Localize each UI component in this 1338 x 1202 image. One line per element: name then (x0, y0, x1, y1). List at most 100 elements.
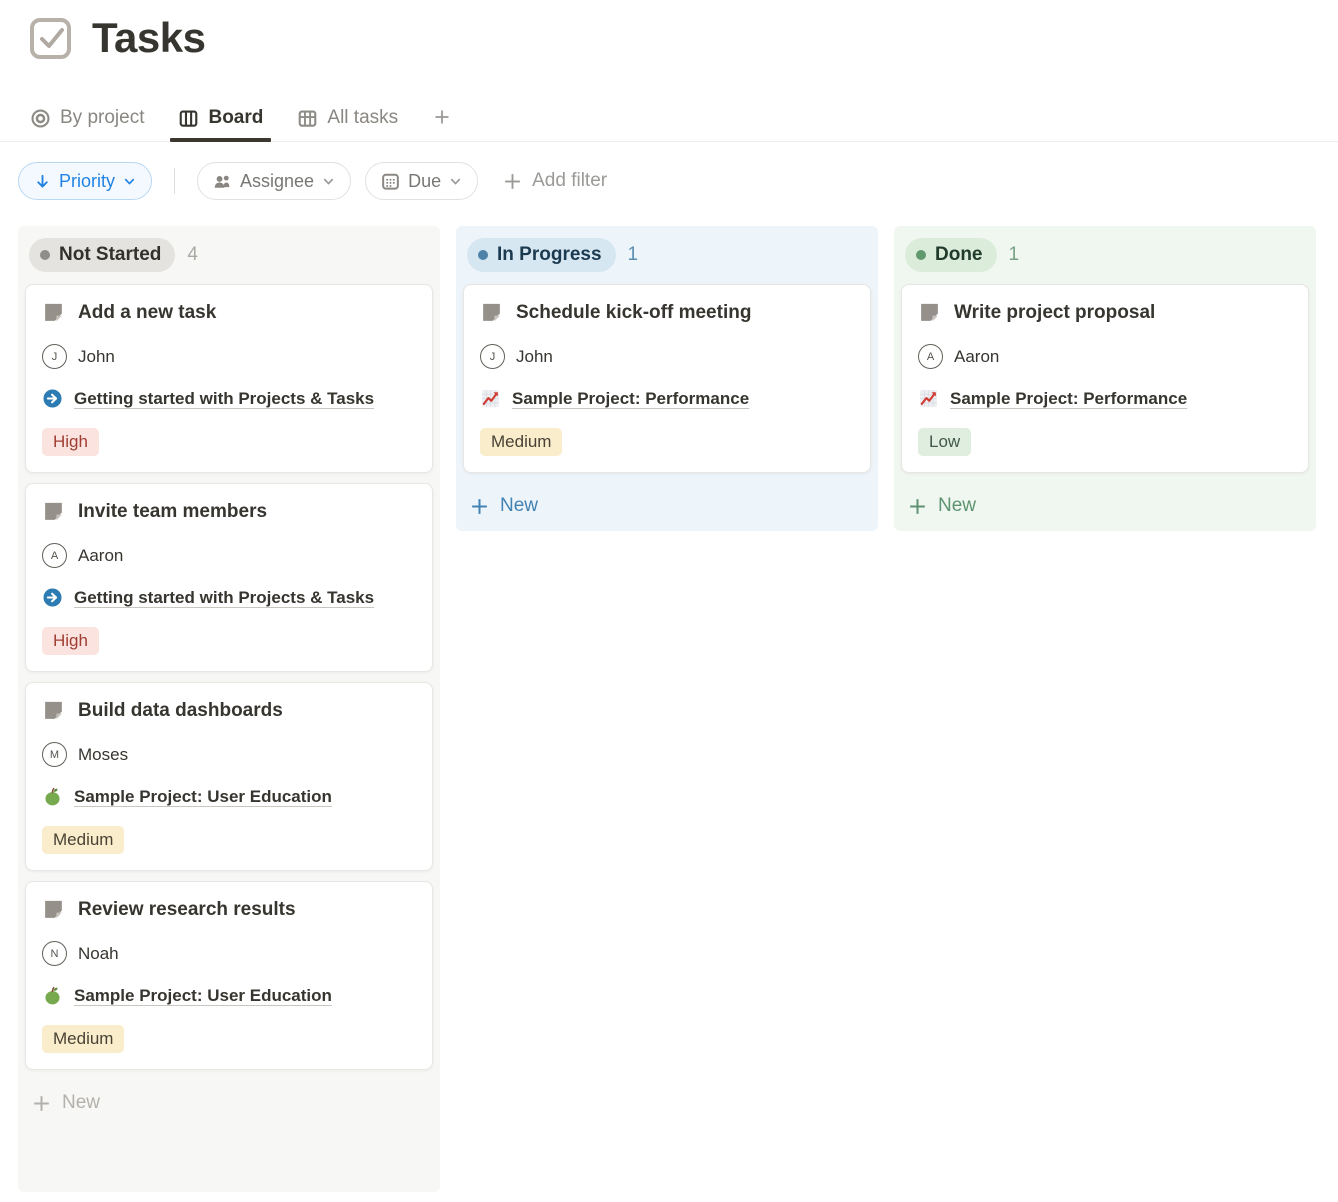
add-filter-button[interactable]: Add filter (502, 170, 607, 192)
avatar: A (918, 344, 943, 369)
status-dot-icon (40, 250, 50, 260)
task-title: Build data dashboards (78, 700, 283, 722)
kanban-board: Not Started 4 Add a new task J John (0, 226, 1338, 1192)
column-header: Not Started 4 (25, 236, 433, 284)
tab-label: By project (60, 107, 144, 129)
task-card[interactable]: Review research results N Noah Sample Pr… (25, 881, 433, 1070)
task-title: Add a new task (78, 302, 216, 324)
column-header: Done 1 (901, 236, 1309, 284)
priority-tag: Medium (480, 428, 562, 456)
task-card[interactable]: Add a new task J John Getting started wi… (25, 284, 433, 473)
assignee-name: Aaron (954, 347, 999, 367)
status-pill[interactable]: Not Started (29, 238, 175, 272)
column-count: 1 (628, 244, 639, 266)
chevron-down-icon (122, 174, 137, 189)
assignee-name: Aaron (78, 546, 123, 566)
task-card[interactable]: Schedule kick-off meeting J John Sample … (463, 284, 871, 473)
project-link[interactable]: Sample Project: Performance (512, 389, 749, 409)
green-apple-icon (42, 985, 63, 1006)
priority-tag: High (42, 428, 99, 456)
new-task-button[interactable]: New (25, 1080, 433, 1118)
project-row: Sample Project: User Education (42, 786, 416, 807)
column-count: 1 (1009, 244, 1020, 266)
arrow-circle-icon (42, 587, 63, 608)
assignee-name: John (516, 347, 553, 367)
column-done: Done 1 Write project proposal A Aaron (894, 226, 1316, 531)
project-row: Sample Project: User Education (42, 985, 416, 1006)
tab-board[interactable]: Board (178, 107, 263, 141)
page-icon (42, 301, 65, 324)
task-title: Write project proposal (954, 302, 1155, 324)
new-task-button[interactable]: New (463, 483, 871, 521)
task-card[interactable]: Write project proposal A Aaron Sample Pr… (901, 284, 1309, 473)
green-apple-icon (42, 786, 63, 807)
task-title: Schedule kick-off meeting (516, 302, 751, 324)
assignee-row: J John (42, 344, 416, 369)
project-row: Getting started with Projects & Tasks (42, 587, 416, 608)
avatar: N (42, 941, 67, 966)
chart-increasing-icon (918, 388, 939, 409)
column-header: In Progress 1 (463, 236, 871, 284)
task-card[interactable]: Build data dashboards M Moses Sample Pro… (25, 682, 433, 871)
assignee-name: Moses (78, 745, 128, 765)
plus-icon (502, 171, 523, 192)
filter-assignee-button[interactable]: Assignee (197, 162, 351, 200)
new-task-label: New (938, 495, 976, 517)
target-icon (30, 108, 51, 129)
assignee-row: J John (480, 344, 854, 369)
assignee-name: Noah (78, 944, 119, 964)
filter-due-button[interactable]: Due (365, 162, 478, 200)
status-pill[interactable]: Done (905, 238, 997, 272)
avatar: J (480, 344, 505, 369)
task-title: Invite team members (78, 501, 267, 523)
project-link[interactable]: Sample Project: User Education (74, 986, 332, 1006)
avatar: A (42, 543, 67, 568)
project-row: Getting started with Projects & Tasks (42, 388, 416, 409)
checkbox-icon (28, 15, 74, 61)
assignee-row: N Noah (42, 941, 416, 966)
tab-by-project[interactable]: By project (30, 107, 144, 141)
sort-label: Priority (59, 171, 115, 192)
priority-tag: Medium (42, 826, 124, 854)
assignee-name: John (78, 347, 115, 367)
priority-tag: High (42, 627, 99, 655)
page-icon (918, 301, 941, 324)
chevron-down-icon (448, 174, 463, 189)
toolbar-divider (174, 168, 175, 194)
assignee-row: A Aaron (918, 344, 1292, 369)
project-link[interactable]: Sample Project: User Education (74, 787, 332, 807)
tab-all-tasks[interactable]: All tasks (297, 107, 398, 141)
project-link[interactable]: Getting started with Projects & Tasks (74, 389, 374, 409)
new-task-button[interactable]: New (901, 483, 1309, 521)
column-not-started: Not Started 4 Add a new task J John (18, 226, 440, 1192)
table-icon (297, 108, 318, 129)
status-pill[interactable]: In Progress (467, 238, 616, 272)
add-view-button[interactable] (432, 107, 452, 141)
avatar: M (42, 742, 67, 767)
assignee-row: A Aaron (42, 543, 416, 568)
sort-priority-button[interactable]: Priority (18, 162, 152, 200)
page-icon (42, 898, 65, 921)
chevron-down-icon (321, 174, 336, 189)
priority-tag: Medium (42, 1025, 124, 1053)
project-link[interactable]: Sample Project: Performance (950, 389, 1187, 409)
project-link[interactable]: Getting started with Projects & Tasks (74, 588, 374, 608)
avatar: J (42, 344, 67, 369)
view-tabs: By project Board All tasks (0, 96, 1338, 142)
chart-increasing-icon (480, 388, 501, 409)
task-card[interactable]: Invite team members A Aaron Getting star… (25, 483, 433, 672)
page-icon (480, 301, 503, 324)
priority-tag: Low (918, 428, 971, 456)
new-task-label: New (500, 495, 538, 517)
calendar-icon (380, 171, 401, 192)
add-filter-label: Add filter (532, 170, 607, 192)
plus-icon (31, 1093, 52, 1114)
new-task-label: New (62, 1092, 100, 1114)
arrow-down-icon (33, 172, 52, 191)
filter-label: Assignee (240, 171, 314, 192)
status-label: Not Started (59, 244, 161, 266)
tab-label: All tasks (327, 107, 398, 129)
tab-label: Board (208, 107, 263, 129)
status-label: In Progress (497, 244, 602, 266)
status-dot-icon (916, 250, 926, 260)
